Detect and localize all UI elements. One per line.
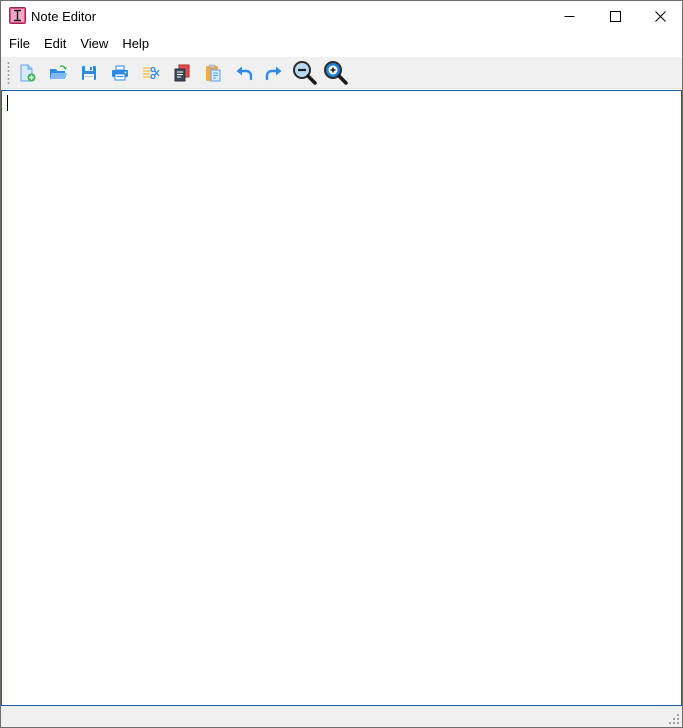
close-button[interactable]	[637, 1, 683, 31]
toolbar-grip[interactable]	[7, 61, 10, 85]
redo-icon	[265, 66, 282, 81]
redo-button[interactable]	[261, 60, 287, 86]
open-folder-icon	[50, 65, 67, 79]
minimize-button[interactable]	[546, 1, 592, 31]
menu-view[interactable]: View	[73, 31, 115, 56]
zoom-out-icon	[293, 61, 317, 85]
status-bar	[1, 706, 682, 727]
undo-icon	[236, 66, 253, 81]
menu-edit[interactable]: Edit	[37, 31, 73, 56]
new-file-button[interactable]	[14, 60, 40, 86]
save-button[interactable]	[76, 60, 102, 86]
note-editor-window: Note Editor File Edit View Help	[0, 0, 683, 728]
open-folder-button[interactable]	[45, 60, 71, 86]
menu-bar: File Edit View Help	[1, 31, 682, 56]
copy-icon	[174, 64, 190, 82]
paste-button[interactable]	[200, 60, 226, 86]
zoom-in-icon	[324, 61, 348, 85]
undo-button[interactable]	[231, 60, 257, 86]
menu-help[interactable]: Help	[115, 31, 156, 56]
text-cursor-app-icon	[9, 7, 26, 24]
cut-button[interactable]	[138, 60, 164, 86]
copy-button[interactable]	[169, 60, 195, 86]
text-caret	[7, 95, 8, 111]
cut-icon	[143, 66, 160, 80]
new-file-icon	[20, 64, 36, 82]
toolbar	[1, 57, 682, 89]
resize-grip-icon[interactable]	[669, 714, 679, 724]
close-icon	[654, 10, 666, 22]
print-button[interactable]	[107, 60, 133, 86]
zoom-out-button[interactable]	[292, 60, 318, 86]
minimize-icon	[564, 15, 574, 17]
paste-icon	[206, 64, 221, 82]
menu-file[interactable]: File	[2, 31, 37, 56]
text-editor-area[interactable]	[1, 90, 682, 706]
maximize-button[interactable]	[592, 1, 638, 31]
print-icon	[112, 65, 128, 81]
title-bar[interactable]: Note Editor	[1, 1, 682, 31]
window-title: Note Editor	[31, 9, 97, 24]
zoom-in-button[interactable]	[323, 60, 349, 86]
maximize-icon	[609, 10, 621, 22]
save-icon	[82, 66, 96, 80]
